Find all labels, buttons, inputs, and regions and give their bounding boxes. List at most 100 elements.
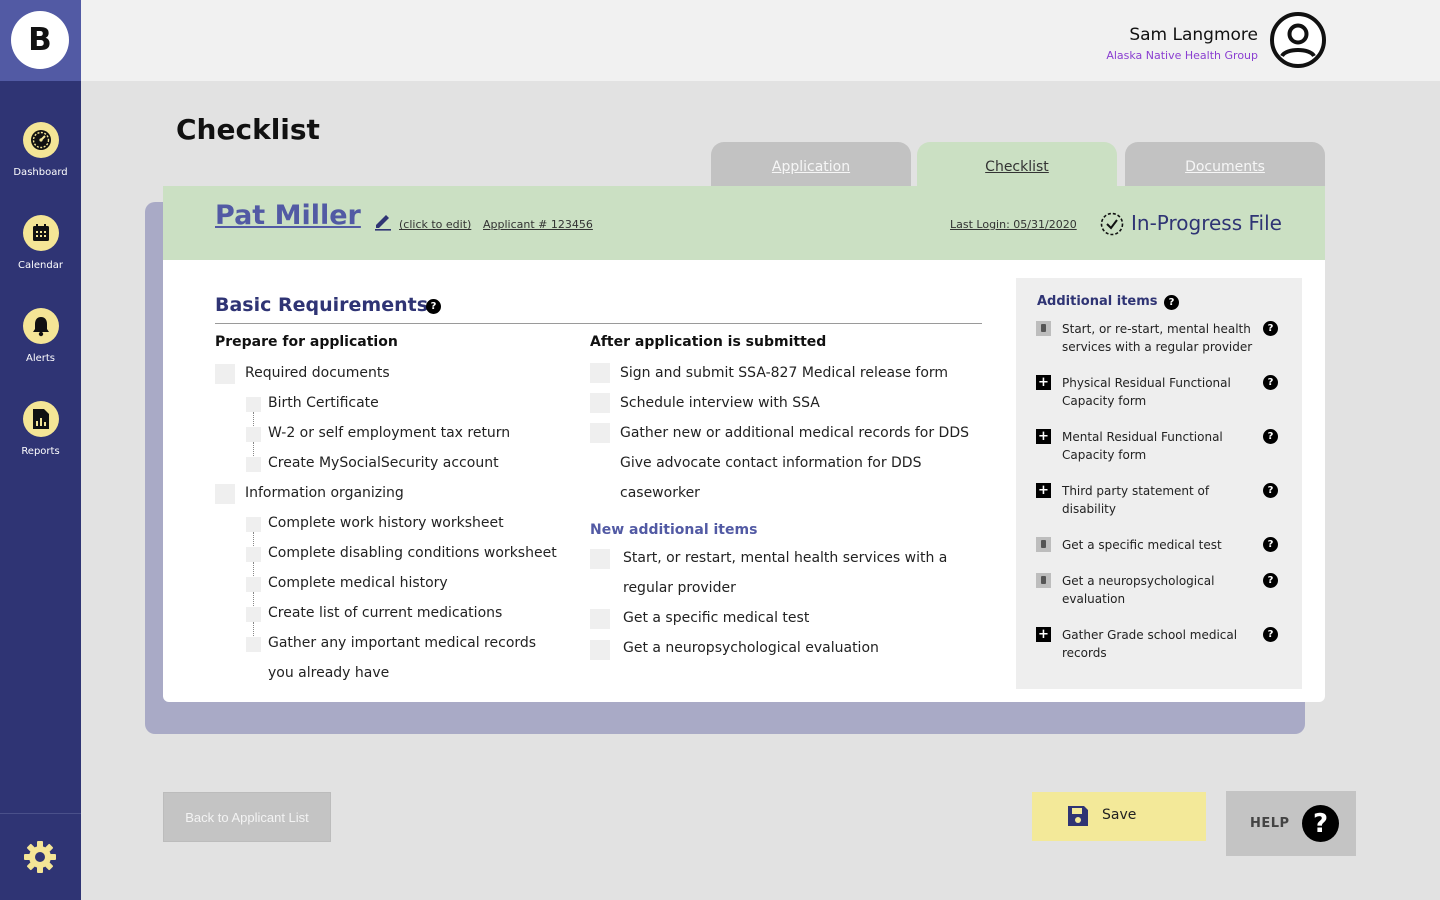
section-divider [215, 323, 982, 324]
save-button[interactable]: Save [1032, 792, 1206, 841]
floppy-disk-icon [1067, 805, 1089, 827]
checklist-item-label: Complete work history worksheet [268, 515, 504, 531]
additional-item-label: Third party statement of disability [1062, 484, 1210, 516]
tree-connector [253, 412, 254, 428]
sidebar-item-reports[interactable]: Reports [0, 401, 81, 457]
edit-applicant-link[interactable]: (click to edit) [399, 218, 471, 231]
help-icon[interactable]: ? [1263, 627, 1278, 642]
sidebar-item-alerts[interactable]: Alerts [0, 308, 81, 364]
pencil-icon[interactable] [373, 211, 393, 231]
tree-connector [253, 622, 254, 638]
tab-checklist[interactable]: Checklist [917, 142, 1117, 192]
page-title: Checklist [176, 113, 320, 146]
app-logo[interactable]: B [11, 11, 69, 69]
checkbox-medical-records[interactable] [246, 637, 261, 652]
checkbox-mental-health[interactable] [590, 549, 610, 569]
new-items-heading: New additional items [590, 522, 758, 538]
checkbox-medical-test[interactable] [590, 609, 610, 629]
applicant-number-link[interactable]: Applicant # 123456 [483, 218, 593, 231]
checklist-card: Pat Miller (click to edit) Applicant # 1… [163, 186, 1325, 702]
checklist-item-label: Get a specific medical test [623, 610, 810, 626]
help-icon[interactable]: ? [1263, 483, 1278, 498]
plus-icon[interactable]: + [1036, 375, 1051, 390]
checkbox-birth-certificate[interactable] [246, 397, 261, 412]
sidebar-item-calendar[interactable]: Calendar [0, 215, 81, 271]
checklist-item-label: Gather new or additional medical records… [620, 425, 970, 441]
checkbox-current-medications[interactable] [246, 607, 261, 622]
avatar[interactable] [1270, 12, 1326, 68]
user-organization: Alaska Native Health Group [1106, 49, 1258, 62]
checklist-item-label: Schedule interview with SSA [620, 395, 820, 411]
dashboard-gauge-icon [22, 122, 59, 158]
checkbox-required-documents[interactable] [215, 364, 235, 384]
checklist-item-label: Create list of current medications [268, 605, 503, 621]
sidebar: B Dashboard Calendar Alerts Reports [0, 0, 81, 900]
checkbox-information-organizing[interactable] [215, 484, 235, 504]
additional-items-panel: Additional items ? Start, or re-start, m… [1016, 278, 1302, 689]
checkbox-work-history[interactable] [246, 517, 261, 532]
calendar-icon [22, 215, 59, 251]
additional-items-title: Additional items [1037, 294, 1158, 309]
help-icon[interactable]: ? [1263, 321, 1278, 336]
tab-application[interactable]: Application [711, 142, 911, 192]
help-icon[interactable]: ? [1263, 429, 1278, 444]
checkbox-schedule-interview[interactable] [590, 393, 610, 413]
sidebar-item-dashboard[interactable]: Dashboard [0, 122, 81, 178]
tree-connector [253, 442, 254, 458]
sidebar-item-label: Alerts [25, 353, 55, 364]
save-label: Save [1102, 807, 1137, 823]
after-heading: After application is submitted [590, 334, 827, 350]
tab-documents[interactable]: Documents [1125, 142, 1325, 192]
tree-connector [253, 562, 254, 578]
checkbox-neuropsych[interactable] [590, 640, 610, 660]
help-icon[interactable]: ? [426, 299, 441, 314]
checkbox-disabling-conditions[interactable] [246, 547, 261, 562]
sidebar-item-label: Reports [21, 446, 60, 457]
user-name: Sam Langmore [1129, 25, 1258, 45]
help-button[interactable]: HELP ? [1226, 791, 1356, 856]
checklist-item-label: Complete disabling conditions worksheet [268, 545, 557, 561]
checklist-item-label-continued: caseworker [620, 485, 700, 501]
checkbox-mysocialsecurity[interactable] [246, 457, 261, 472]
last-login-link[interactable]: Last Login: 05/31/2020 [950, 218, 1077, 231]
checklist-item-label: Birth Certificate [268, 395, 379, 411]
checklist-item-label-continued: you already have [268, 665, 390, 681]
checklist-item-label: Get a neuropsychological evaluation [623, 640, 879, 656]
bell-icon [22, 308, 59, 344]
applicant-name-link[interactable]: Pat Miller [215, 200, 361, 231]
checklist-item-label: Create MySocialSecurity account [268, 455, 499, 471]
added-icon[interactable] [1036, 321, 1051, 336]
help-icon[interactable]: ? [1263, 573, 1278, 588]
sidebar-item-label: Calendar [18, 260, 63, 271]
help-label: HELP [1250, 816, 1290, 831]
back-to-applicant-list-button[interactable]: Back to Applicant List [163, 792, 331, 842]
checkbox-ssa-827[interactable] [590, 363, 610, 383]
plus-icon[interactable]: + [1036, 627, 1051, 642]
added-icon[interactable] [1036, 537, 1051, 552]
checklist-item-label: Give advocate contact information for DD… [620, 455, 922, 471]
checklist-item-label: Gather any important medical records [268, 635, 537, 651]
help-icon[interactable]: ? [1263, 375, 1278, 390]
additional-item-label: Start, or re-start, mental health servic… [1062, 322, 1253, 354]
checklist-item-label: Information organizing [245, 485, 404, 501]
plus-icon[interactable]: + [1036, 429, 1051, 444]
report-icon [22, 401, 59, 437]
checklist-item-label: Sign and submit SSA-827 Medical release … [620, 365, 949, 381]
section-title: Basic Requirements [215, 294, 429, 316]
checklist-item-label: W-2 or self employment tax return [268, 425, 511, 441]
user-avatar-icon [1270, 12, 1326, 68]
logo-area[interactable]: B [0, 0, 81, 81]
file-status: In-Progress File [1131, 211, 1282, 235]
in-progress-icon [1100, 212, 1124, 236]
help-icon[interactable]: ? [1164, 295, 1179, 310]
checkbox-medical-history[interactable] [246, 577, 261, 592]
checkbox-gather-records-dds[interactable] [590, 423, 610, 443]
prepare-heading: Prepare for application [215, 334, 398, 350]
added-icon[interactable] [1036, 573, 1051, 588]
checkbox-w2[interactable] [246, 427, 261, 442]
gear-icon[interactable] [22, 839, 58, 875]
help-icon[interactable]: ? [1263, 537, 1278, 552]
checklist-item-label-continued: regular provider [623, 580, 736, 596]
plus-icon[interactable]: + [1036, 483, 1051, 498]
additional-item-label: Get a specific medical test [1062, 538, 1222, 552]
